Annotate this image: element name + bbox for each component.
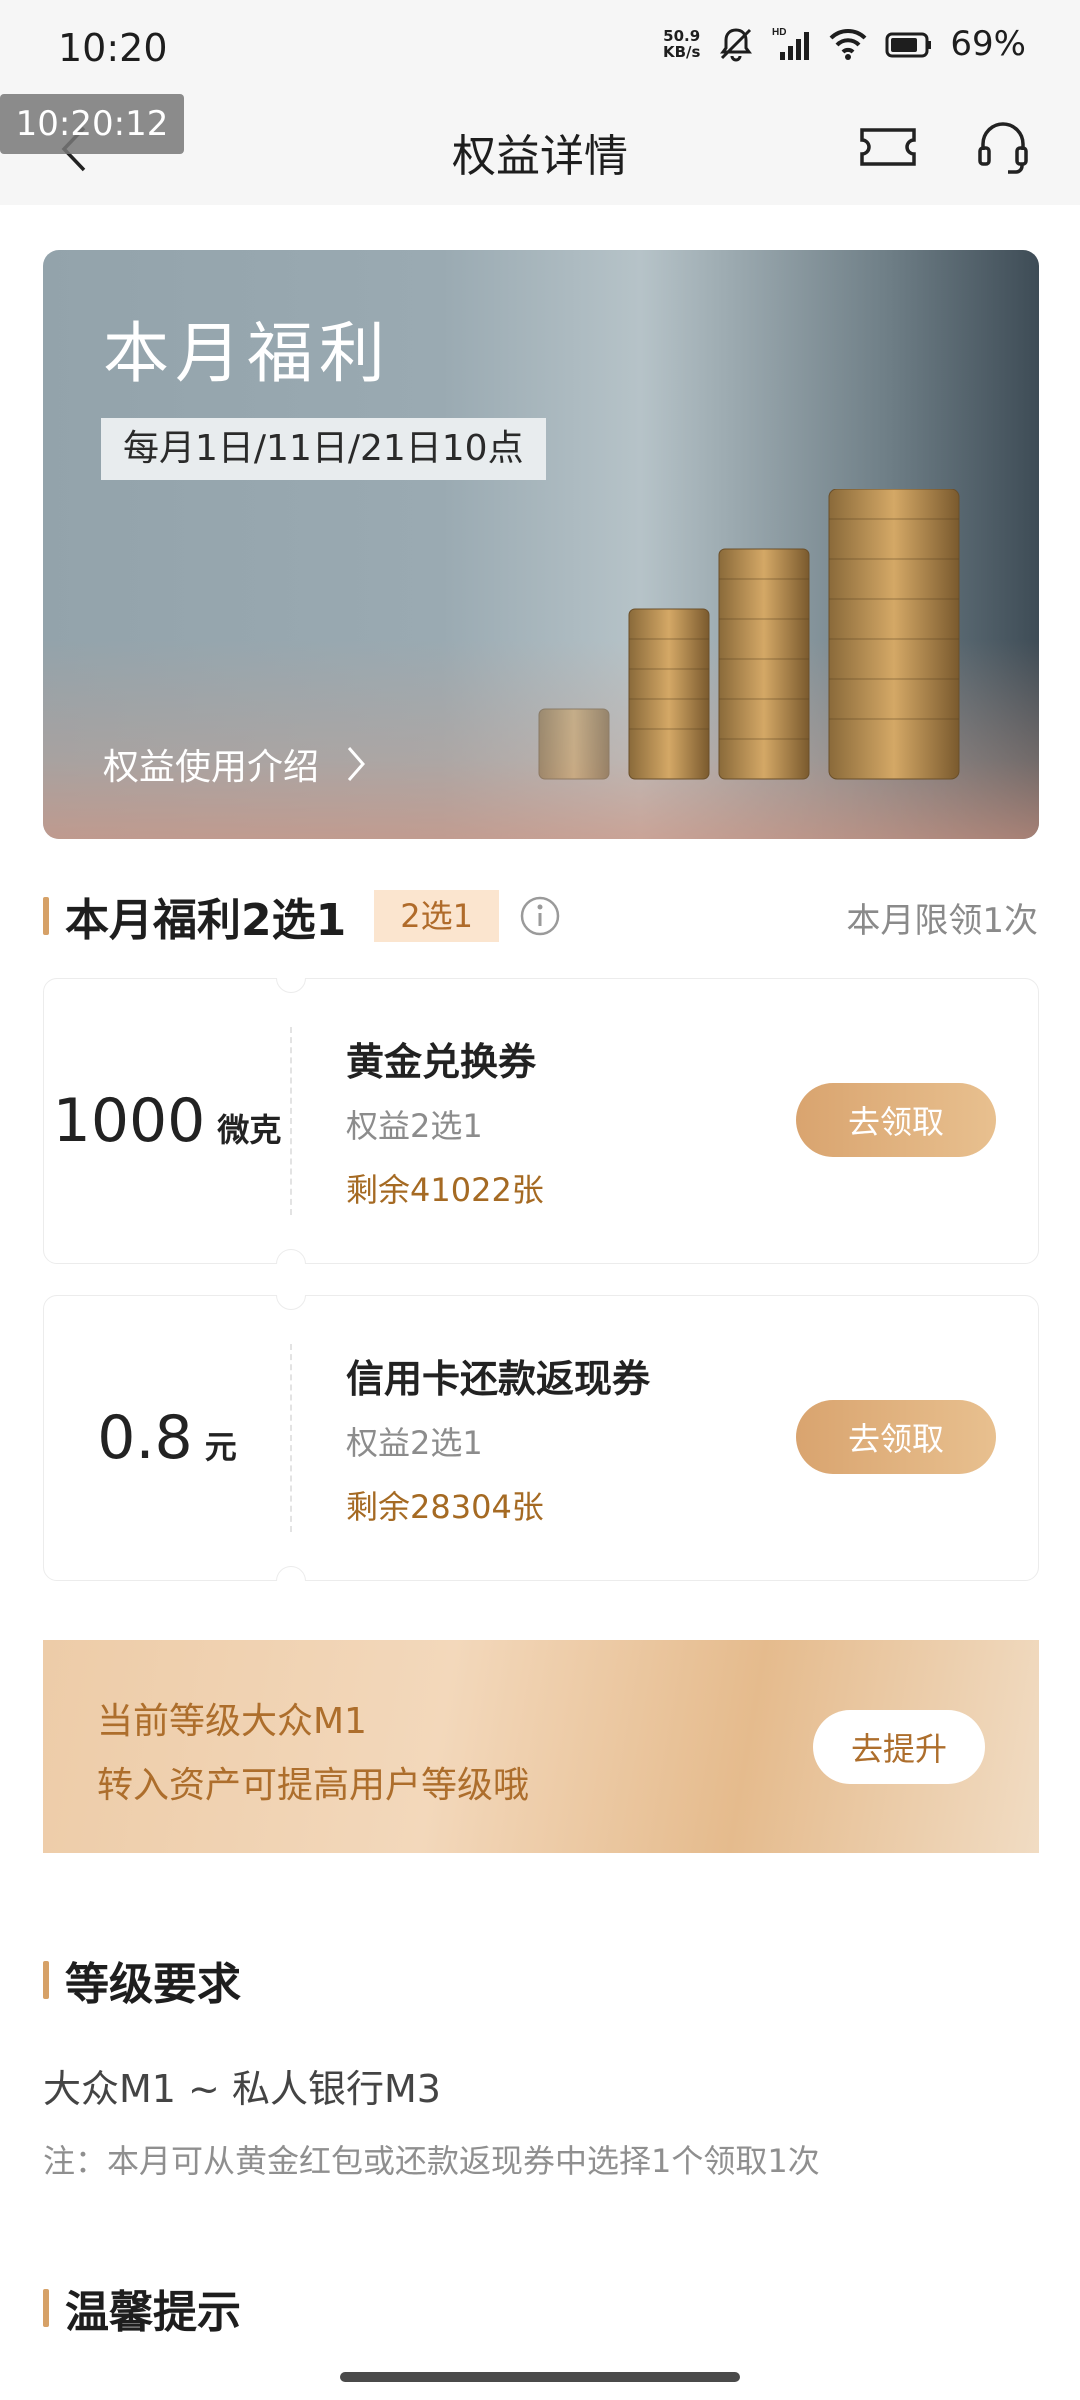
tips-section-title: 温馨提示 [65, 2287, 241, 2338]
level-range-text: 大众M1 ~ 私人银行M3 [43, 2067, 441, 2111]
card-divider [290, 1027, 292, 1215]
welfare-banner: 本月福利 每月1日/11日/21日10点 权益使用介绍 [43, 250, 1039, 839]
level-upgrade-banner: 当前等级大众M1 转入资产可提高用户等级哦 去提升 [43, 1640, 1039, 1853]
level-hint-text: 转入资产可提高用户等级哦 [97, 1765, 530, 1806]
coupon-card-cashback: 0.8 元 信用卡还款返现券 权益2选1 剩余28304张 去领取 [43, 1295, 1039, 1581]
svg-text:HD: HD [772, 27, 786, 38]
benefit-intro-link[interactable]: 权益使用介绍 [103, 738, 367, 790]
coupon-amount: 0.8 元 [44, 1296, 290, 1580]
card-divider [290, 1344, 292, 1532]
signal-icon: HD [772, 27, 810, 60]
headset-icon[interactable] [976, 118, 1030, 176]
welfare-section-title: 本月福利2选1 [65, 895, 347, 946]
coupon-name: 黄金兑换券 [346, 1040, 537, 1084]
current-level-text: 当前等级大众M1 [97, 1701, 367, 1742]
coupon-remaining: 剩余41022张 [346, 1171, 544, 1209]
section-accent-bar [43, 2289, 49, 2327]
coupon-name: 信用卡还款返现券 [346, 1357, 651, 1401]
battery-icon [885, 32, 932, 58]
home-indicator[interactable] [340, 2372, 740, 2382]
coin-stacks-image [538, 489, 960, 780]
coupon-amount-unit: 元 [204, 1428, 237, 1466]
choice-tag: 2选1 [374, 890, 499, 942]
level-section-title: 等级要求 [65, 1959, 241, 2010]
welfare-section-header: 本月福利2选1 2选1 [43, 884, 561, 948]
net-speed-value: 50.9 [663, 27, 701, 45]
coupon-remaining: 剩余28304张 [346, 1488, 544, 1526]
coupon-amount-unit: 微克 [217, 1111, 282, 1149]
coupon-card-gold: 1000 微克 黄金兑换券 权益2选1 剩余41022张 去领取 [43, 978, 1039, 1264]
monthly-limit-text: 本月限领1次 [846, 901, 1038, 941]
claim-button[interactable]: 去领取 [796, 1400, 996, 1474]
status-time: 10:20 [58, 26, 168, 70]
banner-title: 本月福利 [103, 315, 391, 392]
coupon-amount-value: 1000 [52, 1086, 206, 1156]
benefit-intro-label: 权益使用介绍 [103, 747, 320, 788]
coupon-subtitle: 权益2选1 [346, 1107, 483, 1145]
battery-percent: 69% [950, 24, 1026, 64]
claim-button[interactable]: 去领取 [796, 1083, 996, 1157]
ticket-icon[interactable] [858, 122, 918, 172]
coupon-subtitle: 权益2选1 [346, 1424, 483, 1462]
timestamp-overlay: 10:20:12 [0, 94, 184, 154]
banner-schedule-tag: 每月1日/11日/21日10点 [101, 418, 546, 480]
section-accent-bar [43, 1961, 49, 1999]
mute-bell-icon [720, 28, 753, 62]
level-note-text: 注：本月可从黄金红包或还款返现券中选择1个领取1次 [43, 2142, 820, 2180]
upgrade-button[interactable]: 去提升 [813, 1710, 985, 1784]
chevron-right-icon [347, 747, 366, 781]
level-section-header: 等级要求 [43, 1948, 241, 2012]
section-accent-bar [43, 897, 49, 935]
info-icon[interactable] [519, 895, 561, 937]
status-icons: 50.9 KB/s HD 69% [663, 24, 1026, 64]
coupon-amount-value: 0.8 [97, 1403, 193, 1473]
tips-section-header: 温馨提示 [43, 2276, 241, 2340]
net-speed-unit: KB/s [662, 43, 701, 61]
coupon-amount: 1000 微克 [44, 979, 290, 1263]
net-speed: 50.9 KB/s [663, 28, 700, 60]
wifi-icon [830, 28, 867, 60]
